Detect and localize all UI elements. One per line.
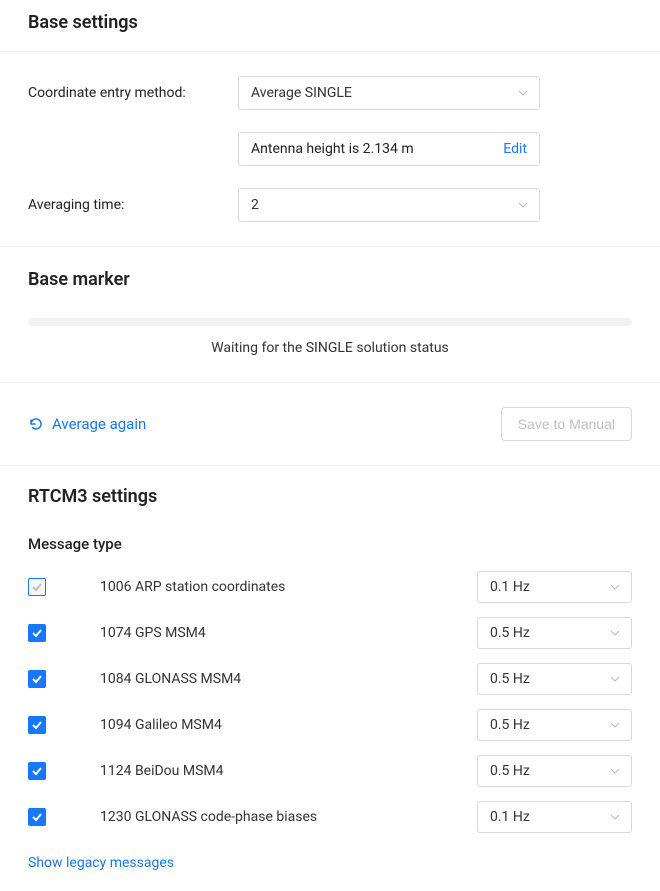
message-frequency-select[interactable]: 0.5 Hz	[477, 755, 632, 787]
message-row: 1094 Galileo MSM4 0.5 Hz	[28, 709, 632, 741]
message-label: 1124 BeiDou MSM4	[100, 763, 477, 779]
averaging-time-label: Averaging time:	[28, 197, 238, 213]
message-checkbox[interactable]	[28, 762, 46, 780]
average-again-button[interactable]: Average again	[28, 415, 146, 433]
chevron-down-icon	[609, 673, 621, 685]
averaging-time-value: 2	[251, 197, 259, 213]
antenna-edit-link[interactable]: Edit	[503, 141, 527, 157]
coord-method-value: Average SINGLE	[251, 85, 352, 101]
chevron-down-icon	[517, 199, 529, 211]
message-frequency-value: 0.5 Hz	[490, 763, 530, 779]
message-frequency-select[interactable]: 0.5 Hz	[477, 663, 632, 695]
message-row: 1006 ARP station coordinates 0.1 Hz	[28, 571, 632, 603]
coord-method-select[interactable]: Average SINGLE	[238, 76, 540, 110]
message-frequency-select[interactable]: 0.5 Hz	[477, 617, 632, 649]
chevron-down-icon	[517, 87, 529, 99]
chevron-down-icon	[609, 581, 621, 593]
message-row: 1230 GLONASS code-phase biases 0.1 Hz	[28, 801, 632, 833]
chevron-down-icon	[609, 627, 621, 639]
message-frequency-select[interactable]: 0.1 Hz	[477, 571, 632, 603]
message-row: 1074 GPS MSM4 0.5 Hz	[28, 617, 632, 649]
save-to-manual-button[interactable]: Save to Manual	[501, 407, 632, 441]
message-label: 1006 ARP station coordinates	[100, 579, 477, 595]
message-frequency-value: 0.1 Hz	[490, 809, 530, 825]
rtcm3-heading: RTCM3 settings	[28, 486, 632, 525]
message-checkbox[interactable]	[28, 624, 46, 642]
message-frequency-select[interactable]: 0.5 Hz	[477, 709, 632, 741]
base-settings-heading: Base settings	[28, 4, 660, 51]
message-label: 1074 GPS MSM4	[100, 625, 477, 641]
message-frequency-value: 0.5 Hz	[490, 625, 530, 641]
message-label: 1094 Galileo MSM4	[100, 717, 477, 733]
message-frequency-value: 0.1 Hz	[490, 579, 530, 595]
message-frequency-value: 0.5 Hz	[490, 717, 530, 733]
message-frequency-select[interactable]: 0.1 Hz	[477, 801, 632, 833]
show-legacy-link[interactable]: Show legacy messages	[28, 855, 174, 871]
message-label: 1230 GLONASS code-phase biases	[100, 809, 477, 825]
antenna-height-text: Antenna height is 2.134 m	[251, 141, 414, 157]
base-marker-heading: Base marker	[28, 247, 632, 308]
chevron-down-icon	[609, 719, 621, 731]
averaging-time-select[interactable]: 2	[238, 188, 540, 222]
message-checkbox[interactable]	[28, 716, 46, 734]
message-checkbox[interactable]	[28, 670, 46, 688]
message-row: 1124 BeiDou MSM4 0.5 Hz	[28, 755, 632, 787]
chevron-down-icon	[609, 765, 621, 777]
message-label: 1084 GLONASS MSM4	[100, 671, 477, 687]
message-frequency-value: 0.5 Hz	[490, 671, 530, 687]
message-checkbox[interactable]	[28, 808, 46, 826]
progress-bar	[28, 318, 632, 326]
average-again-label: Average again	[52, 415, 146, 433]
refresh-icon	[28, 416, 44, 432]
message-type-subheading: Message type	[28, 535, 632, 553]
message-row: 1084 GLONASS MSM4 0.5 Hz	[28, 663, 632, 695]
message-checkbox	[28, 578, 46, 596]
solution-status-text: Waiting for the SINGLE solution status	[28, 340, 632, 356]
antenna-height-field: Antenna height is 2.134 m Edit	[238, 132, 540, 166]
chevron-down-icon	[609, 811, 621, 823]
coord-method-label: Coordinate entry method:	[28, 85, 238, 101]
